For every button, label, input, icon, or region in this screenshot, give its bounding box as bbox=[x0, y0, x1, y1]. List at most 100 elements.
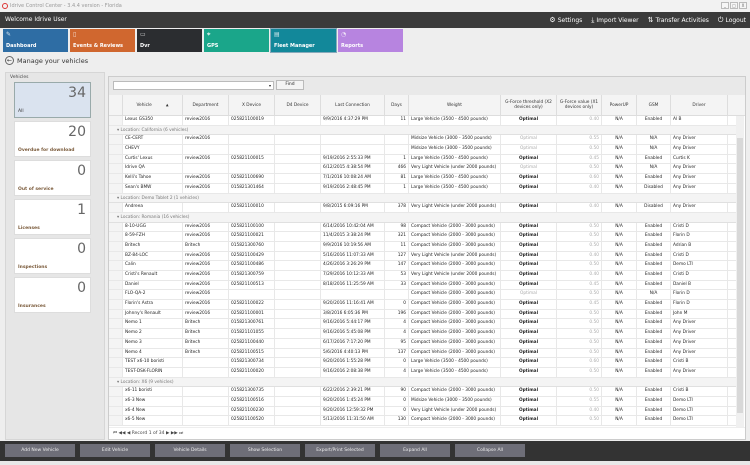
close-button[interactable]: X bbox=[739, 2, 747, 9]
row-indicator[interactable] bbox=[109, 222, 123, 232]
row-indicator[interactable] bbox=[109, 116, 123, 125]
filter-card-out-of-service[interactable]: 0 Out of service bbox=[14, 160, 91, 196]
row-indicator[interactable] bbox=[109, 241, 123, 251]
table-row[interactable]: 8-10-UGG review2016 025821100100 6/14/2016 … bbox=[109, 222, 736, 233]
table-row[interactable]: x6-5 New 025821100520 5/13/2016 11:31:50 A… bbox=[109, 416, 736, 426]
row-indicator[interactable] bbox=[109, 309, 123, 319]
row-indicator[interactable] bbox=[109, 387, 123, 396]
import-viewer-button[interactable]: ⤓ Import Viewer bbox=[591, 12, 638, 29]
expand-all-button[interactable]: Expand All bbox=[380, 444, 450, 457]
table-row[interactable]: Britech Britech 015821300760 9/9/2016 10:19… bbox=[109, 241, 736, 252]
table-row[interactable]: BZ-84-LOC review2016 025821100429 5/16/2016… bbox=[109, 251, 736, 262]
sort-ascending-icon[interactable]: ▲ bbox=[166, 103, 169, 108]
column-header-last-connection[interactable]: Last Connection bbox=[321, 95, 385, 115]
row-indicator[interactable] bbox=[109, 145, 123, 154]
row-indicator[interactable] bbox=[109, 174, 123, 183]
transfer-activities-button[interactable]: ⇅ Transfer Activities bbox=[648, 12, 709, 29]
column-header-department[interactable]: Department bbox=[183, 95, 229, 115]
table-row[interactable]: Florin's Astra review2016 025821100022 9/20… bbox=[109, 300, 736, 310]
pager-next-buttons[interactable]: ▶ ▶▶ ⏭ bbox=[166, 431, 183, 436]
row-indicator[interactable] bbox=[109, 271, 123, 280]
table-row[interactable]: 8-59-FZH review2016 025821100021 11/4/2015 … bbox=[109, 232, 736, 242]
column-header-vehicle[interactable]: Vehicle ▲ bbox=[123, 95, 183, 115]
row-indicator[interactable] bbox=[109, 183, 123, 193]
row-indicator[interactable] bbox=[109, 338, 123, 348]
table-row[interactable]: x6-11 boristi 015821300735 6/22/2016 2:39:… bbox=[109, 387, 736, 397]
column-header-g-force-value-x1-devices-only[interactable]: G-Force value (X1 devices only) bbox=[557, 95, 602, 115]
show-selection-button[interactable]: Show Selection bbox=[230, 444, 300, 457]
filter-card-inspections[interactable]: 0 Inspections bbox=[14, 238, 91, 274]
pager-prev-buttons[interactable]: ⏮ ◀◀ ◀ bbox=[113, 431, 130, 436]
maximize-button[interactable]: □ bbox=[730, 2, 738, 9]
group-row[interactable]: ▾ Location: Romania (16 vehicles) bbox=[109, 212, 736, 223]
row-indicator[interactable] bbox=[109, 164, 123, 174]
row-indicator[interactable] bbox=[109, 416, 123, 425]
row-indicator[interactable] bbox=[109, 358, 123, 367]
dropdown-arrow-icon[interactable]: ▾ bbox=[269, 83, 271, 88]
scrollbar-thumb[interactable] bbox=[737, 138, 743, 413]
table-row[interactable]: TEST x6-10 boristi 015821300734 9/20/2016 … bbox=[109, 358, 736, 368]
filter-card-insurances[interactable]: 0 Insurances bbox=[14, 277, 91, 313]
row-indicator[interactable] bbox=[109, 329, 123, 338]
collapse-all-button[interactable]: Collapse All bbox=[455, 444, 525, 457]
tile-fleet-manager[interactable]: ▤ Fleet Manager bbox=[270, 28, 337, 53]
row-indicator[interactable] bbox=[109, 154, 123, 164]
filter-card-overdue-for-download[interactable]: 20 Overdue for download bbox=[14, 121, 91, 157]
table-row[interactable]: Daniel review2016 025821100513 8/18/2016 11… bbox=[109, 280, 736, 291]
table-row[interactable]: Curtis' Lexus review2016 025821100015 9/19/… bbox=[109, 154, 736, 165]
column-header-d4-device[interactable]: D4 Device bbox=[275, 95, 321, 115]
tile-dashboard[interactable]: ✎ Dashboard bbox=[3, 29, 68, 52]
table-row[interactable]: Nemo 3 Britech 025821100440 6/17/2016 7:17:… bbox=[109, 338, 736, 349]
group-row[interactable]: ▾ Location: California (6 vehicles) bbox=[109, 125, 736, 136]
column-header-gsm[interactable]: GSM bbox=[637, 95, 671, 115]
table-row[interactable]: x6-4 New 025821100230 9/20/2016 12:59:32 P… bbox=[109, 406, 736, 417]
table-row[interactable]: Nemo 2 Britech 015821101055 9/16/2016 5:45:… bbox=[109, 329, 736, 339]
table-row[interactable]: Calin review2016 025821100486 4/26/2016 3:2… bbox=[109, 261, 736, 271]
row-indicator[interactable] bbox=[109, 406, 123, 416]
column-header-driver[interactable]: Driver bbox=[671, 95, 728, 115]
find-button[interactable]: Find bbox=[276, 80, 304, 90]
column-header-g-force-threshold-x2-devices-only[interactable]: G-Force threshold (X2 devices only) bbox=[501, 95, 557, 115]
tile-dvr[interactable]: ▭ Dvr bbox=[137, 29, 202, 52]
table-row[interactable]: FLO-QA-2 review2016 Compact Vehicle (2000 … bbox=[109, 290, 736, 301]
row-indicator[interactable] bbox=[109, 261, 123, 270]
table-row[interactable]: Cristi's Renault review2016 015821300759 7/… bbox=[109, 271, 736, 281]
row-indicator[interactable] bbox=[109, 135, 123, 145]
row-indicator[interactable] bbox=[109, 348, 123, 358]
group-row[interactable]: ▾ Location: Demo Tablet 2 (1 vehicles) bbox=[109, 193, 736, 204]
logout-button[interactable]: ⏻ Logout bbox=[718, 12, 746, 29]
tile-events-reviews[interactable]: ▯ Events & Reviews bbox=[70, 29, 135, 52]
row-indicator[interactable] bbox=[109, 290, 123, 300]
back-arrow-icon[interactable]: ← bbox=[5, 56, 14, 65]
table-row[interactable]: CHEVY Midsize Vehicle (3000 - 3500 pounds… bbox=[109, 145, 736, 155]
group-row[interactable]: ▾ Location: X6 (9 vehicles) bbox=[109, 377, 736, 388]
row-indicator[interactable] bbox=[109, 367, 123, 377]
column-header-powerup[interactable]: PowerUP bbox=[602, 95, 637, 115]
table-row[interactable]: Nemo 1 Britech 015821300761 9/16/2016 5:44:… bbox=[109, 319, 736, 330]
settings-button[interactable]: ⚙ Settings bbox=[549, 12, 582, 29]
table-row[interactable]: Idrive QA 6/12/2015 4:38:54 PM 466 Very Lig… bbox=[109, 164, 736, 175]
table-row[interactable]: Andreea 025821100010 9/8/2015 6:09:16 PM 37… bbox=[109, 203, 736, 213]
row-indicator[interactable] bbox=[109, 396, 123, 406]
edit-vehicle-button[interactable]: Edit Vehicle bbox=[80, 444, 150, 457]
row-indicator[interactable] bbox=[109, 300, 123, 309]
row-indicator[interactable] bbox=[109, 251, 123, 261]
table-row[interactable]: Johnny's Renault review2016 025821100001 3/… bbox=[109, 309, 736, 320]
tile-reports[interactable]: ◔ Reports bbox=[338, 29, 403, 52]
table-row[interactable]: Lexus GS350 review2016 025821100019 9/9/201… bbox=[109, 116, 736, 126]
column-header-weight[interactable]: Weight bbox=[409, 95, 501, 115]
filter-card-licenses[interactable]: 1 Licenses bbox=[14, 199, 91, 235]
tile-gps[interactable]: ⌖ GPS bbox=[204, 29, 269, 52]
row-indicator[interactable] bbox=[109, 203, 123, 212]
export-print-selected-button[interactable]: Export/Print Selected bbox=[305, 444, 375, 457]
table-row[interactable]: CE-CERT review2016 Midsize Vehicle (3000 -… bbox=[109, 135, 736, 146]
minimize-button[interactable]: _ bbox=[721, 2, 729, 9]
row-indicator[interactable] bbox=[109, 319, 123, 329]
add-new-vehicle-button[interactable]: Add New Vehicle bbox=[5, 444, 75, 457]
row-indicator[interactable] bbox=[109, 280, 123, 290]
table-row[interactable]: x6-3 New 025821100516 9/20/2016 1:45:24 PM… bbox=[109, 396, 736, 407]
column-header-days[interactable]: Days bbox=[385, 95, 409, 115]
vehicle-details-button[interactable]: Vehicle Details bbox=[155, 444, 225, 457]
table-row[interactable]: Kelli's Tahoe review2016 025821100690 7/1/2… bbox=[109, 174, 736, 184]
table-row[interactable]: TEST-DSK-FLORIN 025821100020 9/16/2016 2:0… bbox=[109, 367, 736, 378]
